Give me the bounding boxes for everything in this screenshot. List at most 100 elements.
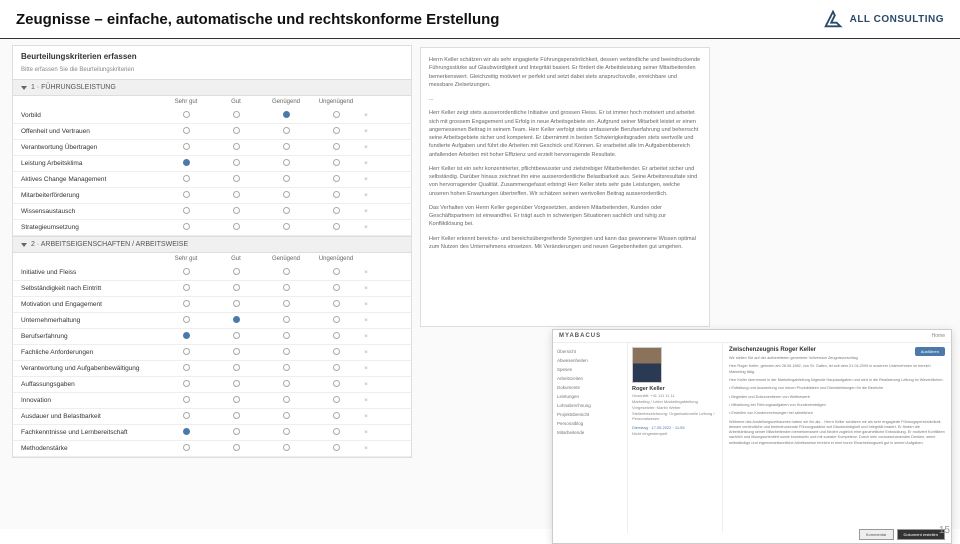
rating-radio[interactable] — [333, 268, 340, 275]
rating-radio[interactable] — [333, 175, 340, 182]
close-icon[interactable]: × — [361, 208, 371, 215]
sidebar-item[interactable]: Übersicht — [557, 347, 623, 356]
create-doc-button[interactable]: Dokument erstellen — [897, 529, 945, 533]
sidebar-item[interactable]: Personalblog — [557, 419, 623, 428]
close-icon[interactable]: × — [361, 333, 371, 340]
rating-radio[interactable] — [333, 143, 340, 150]
rating-radio[interactable] — [283, 268, 290, 275]
sidebar-item[interactable]: Mitarbeitende — [557, 428, 623, 437]
rating-radio[interactable] — [283, 175, 290, 182]
close-icon[interactable]: × — [361, 317, 371, 324]
rating-radio[interactable] — [233, 348, 240, 355]
rating-radio[interactable] — [333, 207, 340, 214]
section-header-1[interactable]: 1 · FÜHRUNGSLEISTUNG — [13, 79, 411, 96]
rating-radio[interactable] — [183, 175, 190, 182]
rating-radio[interactable] — [333, 412, 340, 419]
rating-radio[interactable] — [233, 444, 240, 451]
close-icon[interactable]: × — [361, 269, 371, 276]
rating-radio[interactable] — [183, 143, 190, 150]
rating-radio[interactable] — [283, 300, 290, 307]
rating-radio[interactable] — [333, 332, 340, 339]
close-icon[interactable]: × — [361, 365, 371, 372]
rating-radio[interactable] — [233, 159, 240, 166]
rating-radio[interactable] — [233, 284, 240, 291]
rating-radio[interactable] — [183, 380, 190, 387]
rating-radio[interactable] — [183, 396, 190, 403]
rating-radio[interactable] — [183, 191, 190, 198]
rating-radio[interactable] — [183, 127, 190, 134]
close-icon[interactable]: × — [361, 429, 371, 436]
sidebar-item[interactable]: Projektübersicht — [557, 410, 623, 419]
rating-radio[interactable] — [183, 207, 190, 214]
rating-radio[interactable] — [183, 332, 190, 339]
rating-radio[interactable] — [333, 380, 340, 387]
rating-radio[interactable] — [283, 412, 290, 419]
rating-radio[interactable] — [333, 348, 340, 355]
execute-button[interactable]: Ausführen — [915, 347, 945, 356]
rating-radio[interactable] — [333, 300, 340, 307]
sidebar-item[interactable]: Lohnabrechnung — [557, 401, 623, 410]
rating-radio[interactable] — [333, 428, 340, 435]
rating-radio[interactable] — [283, 127, 290, 134]
rating-radio[interactable] — [333, 444, 340, 451]
rating-radio[interactable] — [333, 284, 340, 291]
rating-radio[interactable] — [283, 364, 290, 371]
close-icon[interactable]: × — [361, 192, 371, 199]
rating-radio[interactable] — [233, 396, 240, 403]
rating-radio[interactable] — [283, 159, 290, 166]
close-icon[interactable]: × — [361, 397, 371, 404]
rating-radio[interactable] — [283, 428, 290, 435]
rating-radio[interactable] — [333, 396, 340, 403]
rating-radio[interactable] — [283, 223, 290, 230]
rating-radio[interactable] — [283, 284, 290, 291]
rating-radio[interactable] — [283, 396, 290, 403]
rating-radio[interactable] — [283, 380, 290, 387]
rating-radio[interactable] — [233, 207, 240, 214]
sidebar-item[interactable]: Abwesenheiten — [557, 356, 623, 365]
close-icon[interactable]: × — [361, 144, 371, 151]
rating-radio[interactable] — [183, 364, 190, 371]
close-icon[interactable]: × — [361, 112, 371, 119]
rating-radio[interactable] — [283, 207, 290, 214]
rating-radio[interactable] — [283, 111, 290, 118]
sidebar-item[interactable]: Arbeitszeiten — [557, 374, 623, 383]
rating-radio[interactable] — [183, 348, 190, 355]
close-icon[interactable]: × — [361, 445, 371, 452]
rating-radio[interactable] — [183, 316, 190, 323]
rating-radio[interactable] — [233, 300, 240, 307]
rating-radio[interactable] — [233, 364, 240, 371]
rating-radio[interactable] — [333, 316, 340, 323]
close-icon[interactable]: × — [361, 413, 371, 420]
rating-radio[interactable] — [233, 332, 240, 339]
rating-radio[interactable] — [233, 412, 240, 419]
rating-radio[interactable] — [183, 111, 190, 118]
close-icon[interactable]: × — [361, 176, 371, 183]
rating-radio[interactable] — [333, 111, 340, 118]
rating-radio[interactable] — [233, 175, 240, 182]
close-icon[interactable]: × — [361, 128, 371, 135]
rating-radio[interactable] — [333, 364, 340, 371]
rating-radio[interactable] — [183, 300, 190, 307]
section-header-2[interactable]: 2 · ARBEITSEIGENSCHAFTEN / ARBEITSWEISE — [13, 236, 411, 253]
rating-radio[interactable] — [233, 268, 240, 275]
top-home-label[interactable]: Home — [932, 333, 945, 339]
close-icon[interactable]: × — [361, 301, 371, 308]
sidebar-item[interactable]: Spesen — [557, 365, 623, 374]
rating-radio[interactable] — [283, 316, 290, 323]
rating-radio[interactable] — [233, 127, 240, 134]
rating-radio[interactable] — [233, 223, 240, 230]
rating-radio[interactable] — [283, 191, 290, 198]
close-icon[interactable]: × — [361, 349, 371, 356]
rating-radio[interactable] — [183, 223, 190, 230]
rating-radio[interactable] — [333, 159, 340, 166]
rating-radio[interactable] — [283, 143, 290, 150]
close-icon[interactable]: × — [361, 381, 371, 388]
rating-radio[interactable] — [183, 412, 190, 419]
rating-radio[interactable] — [183, 428, 190, 435]
close-icon[interactable]: × — [361, 224, 371, 231]
close-icon[interactable]: × — [361, 160, 371, 167]
rating-radio[interactable] — [283, 332, 290, 339]
rating-radio[interactable] — [233, 191, 240, 198]
rating-radio[interactable] — [233, 428, 240, 435]
rating-radio[interactable] — [233, 143, 240, 150]
